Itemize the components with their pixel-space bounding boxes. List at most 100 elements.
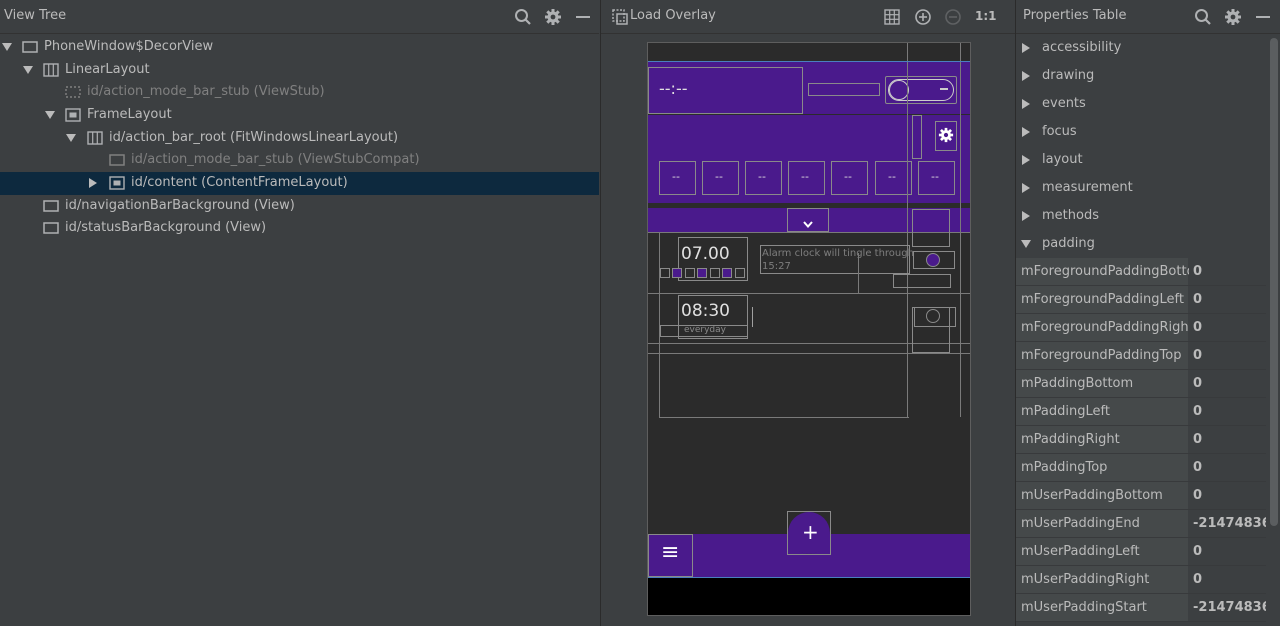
preview-alarm-toggle [926,253,940,267]
property-value: 0 [1193,292,1203,307]
property-name: mUserPaddingLeft [1021,544,1140,559]
property-category-layout[interactable]: layout [1016,146,1266,174]
preview-text-cursor [752,307,753,327]
tree-node-label: id/content (ContentFrameLayout) [131,175,348,190]
properties-scrollbar[interactable] [1266,34,1280,626]
property-name: mPaddingBottom [1021,376,1134,391]
preview-bound-line [648,353,970,354]
gear-icon[interactable] [543,7,563,27]
property-value: 0 [1193,376,1203,391]
property-category-drawing[interactable]: drawing [1016,62,1266,90]
search-icon[interactable] [513,7,533,27]
preview-alarm-toggle [926,309,940,323]
preview-bound-line [858,253,859,293]
view-icon [22,40,38,54]
expanded-arrow-icon[interactable] [1021,239,1031,249]
frame-layout-icon [65,108,81,122]
linear-layout-icon [43,63,59,77]
expanded-arrow-icon[interactable] [65,132,77,144]
property-category-label: focus [1042,124,1077,139]
collapsed-arrow-icon[interactable] [1021,183,1031,193]
properties-title: Properties Table [1023,8,1127,23]
collapsed-arrow-icon[interactable] [1021,71,1031,81]
view-stub-icon [65,85,81,99]
property-row[interactable]: mForegroundPaddingLeft 0 [1016,286,1266,314]
property-name: mForegroundPaddingBottom [1021,264,1189,279]
property-row[interactable]: mUserPaddingLeft 0 [1016,538,1266,566]
tree-node-navigation-bar-background[interactable]: id/navigationBarBackground (View) [0,195,599,218]
tree-node-action-mode-bar-stub[interactable]: id/action_mode_bar_stub (ViewStub) [0,81,599,104]
search-icon[interactable] [1193,7,1213,27]
tree-node-linear-layout[interactable]: LinearLayout [0,59,599,82]
collapsed-arrow-icon[interactable] [1021,155,1031,165]
view-tree-panel: View Tree PhoneWindow$DecorView LinearLa… [0,0,599,626]
overlay-icon[interactable] [610,7,630,27]
zoom-out-icon[interactable] [943,7,963,27]
property-row[interactable]: mForegroundPaddingTop 0 [1016,342,1266,370]
preview-status-bar [648,43,970,62]
property-name: mForegroundPaddingRight [1021,320,1189,335]
property-row[interactable]: mForegroundPaddingRight 0 [1016,314,1266,342]
property-row[interactable]: mForegroundPaddingBottom 0 [1016,258,1266,286]
expanded-arrow-icon[interactable] [1,41,13,53]
gear-icon[interactable] [1223,7,1243,27]
property-value: 0 [1193,348,1203,363]
device-screen-preview[interactable]: --:-- -- -- -- -- -- -- -- 07.00 Alarm c… [647,42,971,616]
property-row[interactable]: mPaddingLeft 0 [1016,398,1266,426]
tree-node-status-bar-background[interactable]: id/statusBarBackground (View) [0,217,599,240]
property-name: mPaddingLeft [1021,404,1110,419]
preview-day-cell: -- [918,161,955,195]
property-row[interactable]: mPaddingBottom 0 [1016,370,1266,398]
property-row[interactable]: mPaddingRight 0 [1016,426,1266,454]
property-value: 0 [1193,320,1203,335]
tree-node-label: id/action_mode_bar_stub (ViewStub) [87,84,325,99]
property-row[interactable]: mUserPaddingEnd -2147483648 [1016,510,1266,538]
preview-switch-thumb [889,80,909,100]
zoom-in-icon[interactable] [913,7,933,27]
property-row[interactable]: mUserPaddingStart -2147483648 [1016,594,1266,622]
preview-toolbar-field [808,83,880,96]
property-category-focus[interactable]: focus [1016,118,1266,146]
tree-node-content[interactable]: id/content (ContentFrameLayout) [0,172,599,195]
property-value: 0 [1193,572,1203,587]
expanded-arrow-icon[interactable] [44,109,56,121]
property-name: mPaddingRight [1021,432,1120,447]
property-value: 0 [1193,264,1203,279]
collapsed-arrow-icon[interactable] [87,177,99,189]
view-icon [109,153,125,167]
property-value: -2147483648 [1193,600,1266,615]
properties-scrollbar-thumb[interactable] [1270,38,1278,526]
property-category-padding[interactable]: padding [1016,230,1266,258]
tree-node-frame-layout[interactable]: FrameLayout [0,104,599,127]
grid-icon[interactable] [882,7,902,27]
expanded-arrow-icon[interactable] [22,64,34,76]
property-name: mForegroundPaddingTop [1021,348,1182,363]
preview-bound-line [648,61,970,62]
property-row[interactable]: mPaddingTop 0 [1016,454,1266,482]
minimize-icon[interactable] [1253,7,1273,27]
minimize-icon[interactable] [573,7,593,27]
collapsed-arrow-icon[interactable] [1021,43,1031,53]
property-name: mUserPaddingRight [1021,572,1150,587]
property-category-methods[interactable]: methods [1016,202,1266,230]
property-row[interactable]: mUserPaddingRight 0 [1016,566,1266,594]
preview-day-cell: -- [659,161,696,195]
property-row[interactable]: mUserPaddingBottom 0 [1016,482,1266,510]
property-category-label: accessibility [1042,40,1122,55]
property-category-events[interactable]: events [1016,90,1266,118]
collapsed-arrow-icon[interactable] [1021,99,1031,109]
tree-node-decor-view[interactable]: PhoneWindow$DecorView [0,36,599,59]
tree-node-action-mode-bar-stub-compat[interactable]: id/action_mode_bar_stub (ViewStubCompat) [0,149,599,172]
view-icon [43,199,59,213]
zoom-actual-size-label[interactable]: 1:1 [975,9,997,23]
property-category-accessibility[interactable]: accessibility [1016,34,1266,62]
collapsed-arrow-icon[interactable] [1021,127,1031,137]
tree-node-label: LinearLayout [65,62,150,77]
tree-node-action-bar-root[interactable]: id/action_bar_root (FitWindowsLinearLayo… [0,127,599,150]
tree-node-label: PhoneWindow$DecorView [44,39,214,54]
property-category-measurement[interactable]: measurement [1016,174,1266,202]
load-overlay-button[interactable]: Load Overlay [630,8,716,23]
preview-day-cell: -- [745,161,782,195]
collapsed-arrow-icon[interactable] [1021,211,1031,221]
property-value: 0 [1193,432,1203,447]
